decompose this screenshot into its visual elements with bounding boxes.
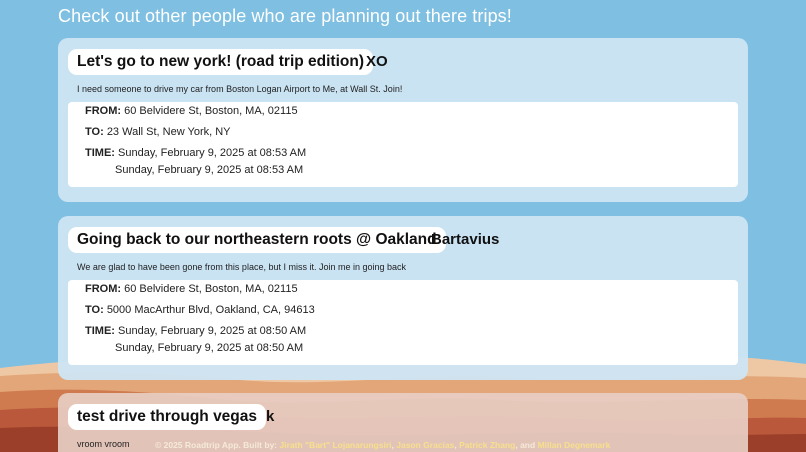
footer-author-link[interactable]: Jason Gracias bbox=[396, 440, 454, 450]
trip-details: FROM: 60 Belvidere St, Boston, MA, 02115… bbox=[68, 280, 738, 365]
footer-separator: , and bbox=[515, 440, 536, 450]
from-label: FROM: bbox=[85, 105, 122, 117]
time-start: Sunday, February 9, 2025 at 08:50 AM bbox=[118, 325, 307, 337]
footer: © 2025 Roadtrip App. Built by: Jirath "B… bbox=[155, 440, 610, 450]
trip-from: FROM: 60 Belvidere St, Boston, MA, 02115 bbox=[85, 283, 298, 295]
trip-title[interactable]: test drive through vegas bbox=[68, 404, 267, 430]
trip-description: vroom vroom bbox=[77, 439, 130, 449]
time-label: TIME: bbox=[85, 147, 115, 159]
trip-author: XO bbox=[366, 53, 388, 70]
to-address: 23 Wall St, New York, NY bbox=[106, 126, 231, 138]
page-content: Check out other people who are planning … bbox=[0, 0, 806, 452]
trip-description: I need someone to drive my car from Bost… bbox=[77, 84, 403, 94]
from-address: 60 Belvidere St, Boston, MA, 02115 bbox=[124, 283, 298, 295]
from-address: 60 Belvidere St, Boston, MA, 02115 bbox=[124, 105, 298, 117]
to-label: TO: bbox=[85, 126, 104, 138]
trip-time-end: Sunday, February 9, 2025 at 08:53 AM bbox=[115, 164, 303, 176]
time-end: Sunday, February 9, 2025 at 08:50 AM bbox=[115, 342, 304, 354]
trip-time-end: Sunday, February 9, 2025 at 08:50 AM bbox=[115, 342, 303, 354]
trip-author: Bartavius bbox=[431, 231, 500, 248]
trip-title[interactable]: Let's go to new york! (road trip edition… bbox=[68, 49, 373, 75]
footer-separator: , bbox=[454, 440, 457, 450]
footer-separator: , bbox=[391, 440, 394, 450]
trip-card[interactable]: Let's go to new york! (road trip edition… bbox=[58, 38, 748, 202]
footer-author-link[interactable]: Millan Degnemark bbox=[538, 440, 611, 450]
to-address: 5000 MacArthur Blvd, Oakland, CA, 94613 bbox=[106, 304, 315, 316]
trip-author: k bbox=[266, 408, 275, 425]
trip-time: TIME: Sunday, February 9, 2025 at 08:50 … bbox=[85, 325, 306, 337]
trip-to: TO: 5000 MacArthur Blvd, Oakland, CA, 94… bbox=[85, 304, 315, 316]
time-label: TIME: bbox=[85, 325, 115, 337]
footer-author-link[interactable]: Jirath "Bart" Lojanarungsiri bbox=[280, 440, 392, 450]
footer-copyright: © 2025 Roadtrip App. Built by: bbox=[155, 440, 278, 450]
page-heading: Check out other people who are planning … bbox=[58, 6, 512, 26]
trip-time: TIME: Sunday, February 9, 2025 at 08:53 … bbox=[85, 147, 306, 159]
trip-title[interactable]: Going back to our northeastern roots @ O… bbox=[68, 227, 446, 253]
time-end: Sunday, February 9, 2025 at 08:53 AM bbox=[115, 164, 304, 176]
trip-from: FROM: 60 Belvidere St, Boston, MA, 02115 bbox=[85, 105, 298, 117]
time-start: Sunday, February 9, 2025 at 08:53 AM bbox=[118, 147, 307, 159]
trip-description: We are glad to have been gone from this … bbox=[77, 262, 407, 272]
trip-card[interactable]: Going back to our northeastern roots @ O… bbox=[58, 216, 748, 380]
trip-details: FROM: 60 Belvidere St, Boston, MA, 02115… bbox=[68, 102, 738, 187]
to-label: TO: bbox=[85, 304, 104, 316]
from-label: FROM: bbox=[85, 283, 122, 295]
trip-to: TO: 23 Wall St, New York, NY bbox=[85, 126, 231, 138]
footer-author-link[interactable]: Patrick Zhang bbox=[459, 440, 515, 450]
